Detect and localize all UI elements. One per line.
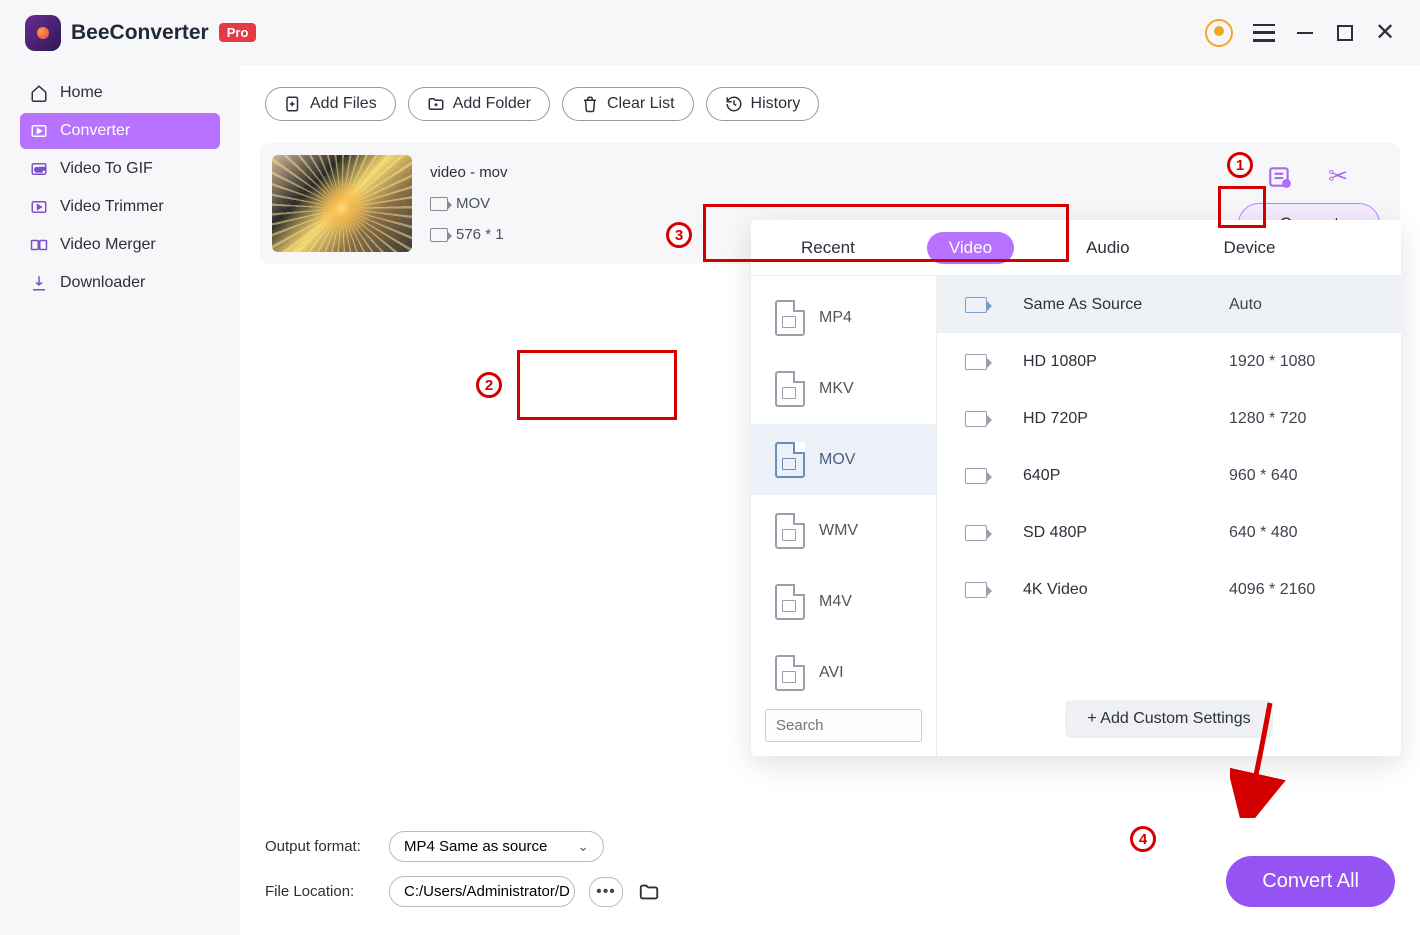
output-format-label: Output format: xyxy=(265,838,375,855)
sidebar-item-home[interactable]: Home xyxy=(20,75,220,111)
converter-icon xyxy=(30,122,48,140)
pro-badge: Pro xyxy=(219,23,257,42)
open-folder-button[interactable] xyxy=(637,880,661,904)
file-format-icon xyxy=(775,655,805,691)
file-location-input[interactable]: C:/Users/Administrator/D xyxy=(389,876,575,907)
trim-button[interactable]: ✂ xyxy=(1324,163,1352,191)
merger-icon xyxy=(30,236,48,254)
file-format-meta: MOV xyxy=(430,195,508,212)
file-location-more-button[interactable]: ••• xyxy=(589,877,623,907)
tab-device[interactable]: Device xyxy=(1202,232,1298,264)
tab-audio[interactable]: Audio xyxy=(1064,232,1151,264)
svg-text:GIF: GIF xyxy=(35,168,45,174)
home-icon xyxy=(30,84,48,102)
sidebar-item-video-trimmer[interactable]: Video Trimmer xyxy=(20,189,220,225)
video-res-icon xyxy=(965,468,987,484)
clear-list-button[interactable]: Clear List xyxy=(562,87,694,121)
tab-recent[interactable]: Recent xyxy=(779,232,877,264)
sidebar-item-video-to-gif[interactable]: GIF Video To GIF xyxy=(20,151,220,187)
tab-video[interactable]: Video xyxy=(927,232,1014,264)
video-file-icon xyxy=(430,228,448,242)
video-res-icon xyxy=(965,525,987,541)
resolution-720p[interactable]: HD 720P1280 * 720 xyxy=(937,390,1401,447)
file-name: video - mov xyxy=(430,164,508,181)
file-format-icon xyxy=(775,584,805,620)
settings-list-icon xyxy=(1267,164,1293,190)
sidebar-item-downloader[interactable]: Downloader xyxy=(20,265,220,301)
sidebar-item-converter[interactable]: Converter xyxy=(20,113,220,149)
sidebar-item-label: Video Trimmer xyxy=(60,198,164,216)
sidebar-item-label: Home xyxy=(60,84,103,102)
trimmer-icon xyxy=(30,198,48,216)
toolbar: Add Files Add Folder Clear List History xyxy=(240,65,1420,143)
file-dims-meta: 576 * 1 xyxy=(430,226,508,243)
video-res-icon xyxy=(965,411,987,427)
trash-icon xyxy=(581,95,599,113)
resolution-1080p[interactable]: HD 1080P1920 * 1080 xyxy=(937,333,1401,390)
video-res-icon xyxy=(965,354,987,370)
file-format-icon xyxy=(775,442,805,478)
format-wmv[interactable]: WMV xyxy=(751,495,936,566)
titlebar: BeeConverter Pro ✕ xyxy=(0,0,1420,65)
sidebar-item-label: Video To GIF xyxy=(60,160,153,178)
button-label: Add Folder xyxy=(453,95,531,113)
folder-icon xyxy=(638,881,660,903)
format-mp4[interactable]: MP4 xyxy=(751,282,936,353)
format-avi[interactable]: AVI xyxy=(751,637,936,708)
history-button[interactable]: History xyxy=(706,87,820,121)
file-location-label: File Location: xyxy=(265,883,375,900)
gif-icon: GIF xyxy=(30,160,48,178)
convert-all-button[interactable]: Convert All xyxy=(1226,856,1395,907)
video-file-icon xyxy=(430,197,448,211)
sidebar-item-label: Video Merger xyxy=(60,236,156,254)
app-name: BeeConverter xyxy=(71,21,209,45)
video-res-icon xyxy=(965,297,987,313)
resolution-4k[interactable]: 4K Video4096 * 2160 xyxy=(937,561,1401,618)
format-mov[interactable]: MOV xyxy=(751,424,936,495)
sidebar-item-video-merger[interactable]: Video Merger xyxy=(20,227,220,263)
video-thumbnail[interactable] xyxy=(272,155,412,252)
history-icon xyxy=(725,95,743,113)
add-folder-icon xyxy=(427,95,445,113)
sidebar-item-label: Converter xyxy=(60,122,130,140)
video-res-icon xyxy=(965,582,987,598)
add-custom-settings-button[interactable]: + Add Custom Settings xyxy=(1065,700,1272,738)
resolution-same-as-source[interactable]: Same As SourceAuto xyxy=(937,276,1401,333)
file-format-icon xyxy=(775,513,805,549)
format-list: MP4 MKV MOV WMV M4V AVI xyxy=(751,276,937,756)
sidebar-item-label: Downloader xyxy=(60,274,145,292)
button-label: Add Files xyxy=(310,95,377,113)
maximize-button[interactable] xyxy=(1335,23,1355,43)
main-panel: Add Files Add Folder Clear List History … xyxy=(240,65,1420,935)
format-popover: Recent Video Audio Device MP4 MKV MOV WM… xyxy=(751,220,1401,756)
resolution-list: Same As SourceAuto HD 1080P1920 * 1080 H… xyxy=(937,276,1401,756)
output-settings-button[interactable] xyxy=(1266,163,1294,191)
user-account-icon[interactable] xyxy=(1205,19,1233,47)
format-search-input[interactable] xyxy=(765,709,922,742)
bottom-bar: Output format: MP4 Same as source File L… xyxy=(265,831,1395,907)
file-format-icon xyxy=(775,371,805,407)
file-format-icon xyxy=(775,300,805,336)
minimize-button[interactable] xyxy=(1295,23,1315,43)
add-files-button[interactable]: Add Files xyxy=(265,87,396,121)
format-mkv[interactable]: MKV xyxy=(751,353,936,424)
download-icon xyxy=(30,274,48,292)
add-file-icon xyxy=(284,95,302,113)
sidebar: Home Converter GIF Video To GIF Video Tr… xyxy=(0,65,240,935)
button-label: History xyxy=(751,95,801,113)
resolution-640p[interactable]: 640P960 * 640 xyxy=(937,447,1401,504)
app-logo xyxy=(25,15,61,51)
close-window-button[interactable]: ✕ xyxy=(1375,23,1395,43)
add-folder-button[interactable]: Add Folder xyxy=(408,87,550,121)
button-label: Clear List xyxy=(607,95,675,113)
format-m4v[interactable]: M4V xyxy=(751,566,936,637)
hamburger-menu-icon[interactable] xyxy=(1253,24,1275,42)
resolution-480p[interactable]: SD 480P640 * 480 xyxy=(937,504,1401,561)
output-format-select[interactable]: MP4 Same as source xyxy=(389,831,604,862)
